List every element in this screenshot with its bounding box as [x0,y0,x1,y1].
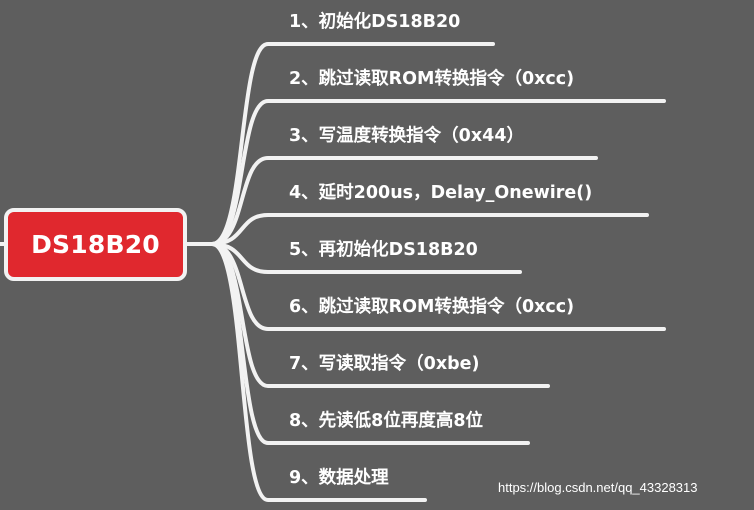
branch-label-7[interactable]: 7、写读取指令（0xbe) [289,350,480,378]
root-node[interactable]: DS18B20 [4,208,187,281]
branch-label-6[interactable]: 6、跳过读取ROM转换指令（0xcc) [289,293,574,321]
branch-label-1[interactable]: 1、初始化DS18B20 [289,8,460,36]
branch-label-5[interactable]: 5、再初始化DS18B20 [289,236,478,264]
branch-label-8[interactable]: 8、先读低8位再度高8位 [289,407,483,435]
branch-label-4[interactable]: 4、延时200us，Delay_Onewire() [289,179,592,207]
watermark: https://blog.csdn.net/qq_43328313 [498,480,698,495]
root-label: DS18B20 [31,230,160,259]
branch-label-3[interactable]: 3、写温度转换指令（0x44） [289,122,524,150]
branch-label-9[interactable]: 9、数据处理 [289,464,389,492]
branch-label-2[interactable]: 2、跳过读取ROM转换指令（0xcc) [289,65,574,93]
